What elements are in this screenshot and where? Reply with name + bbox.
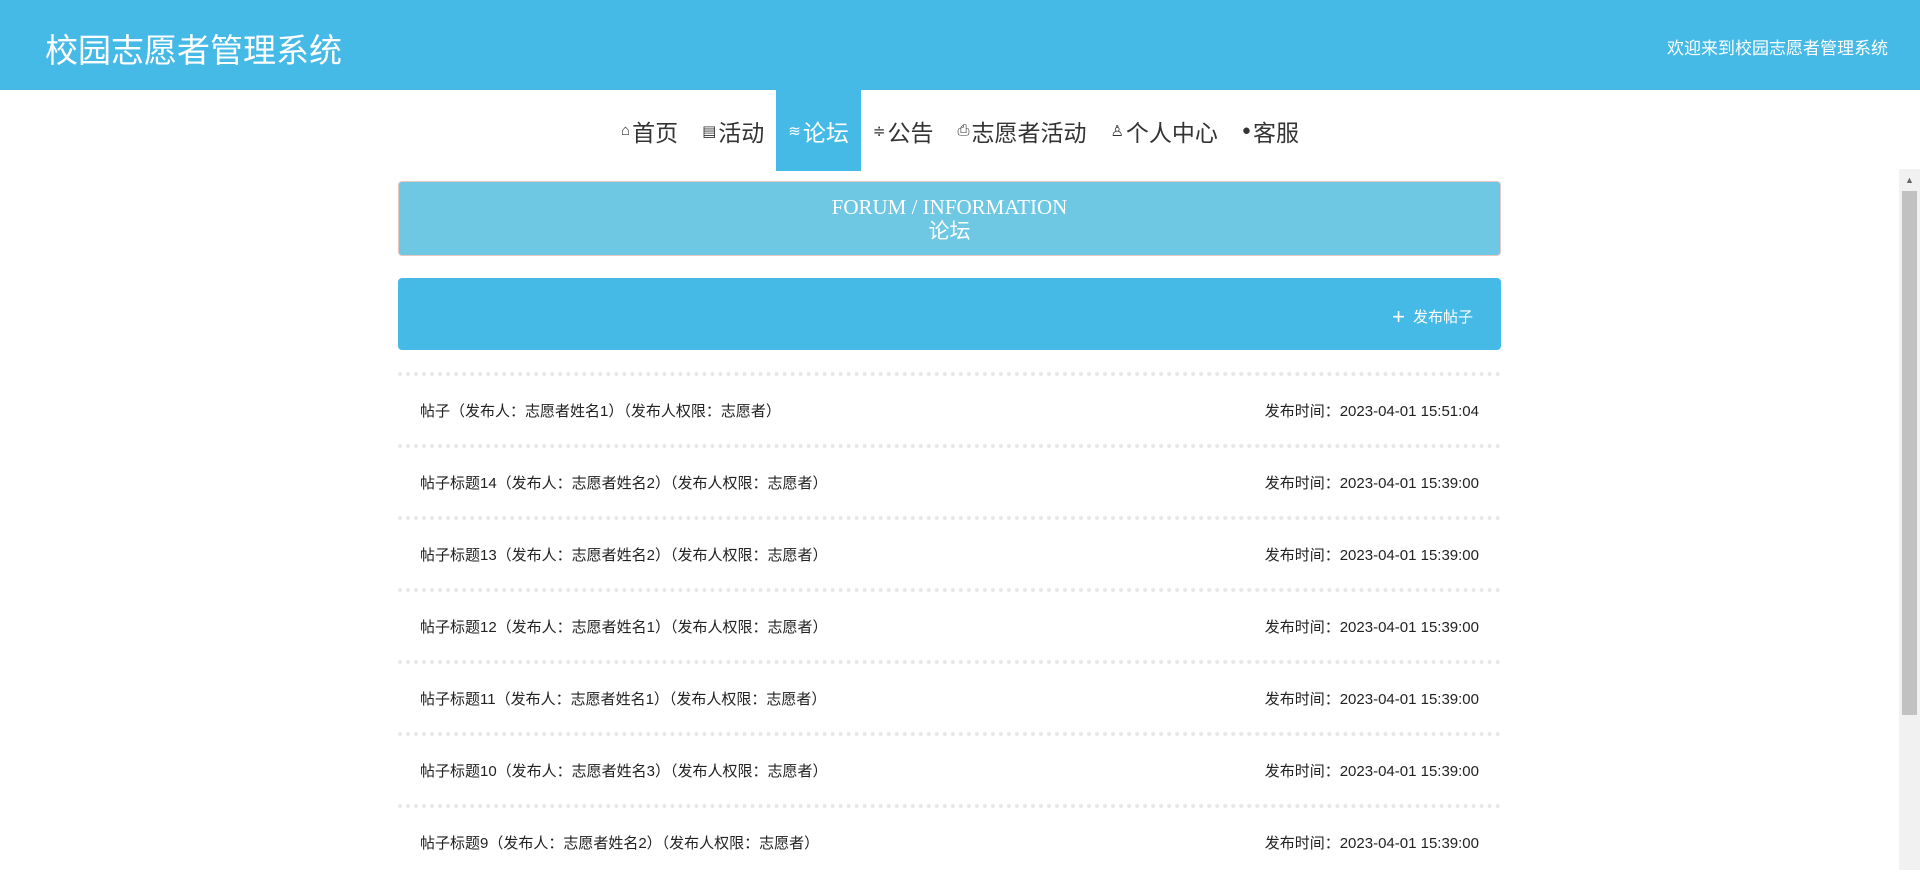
- post-title: 帖子（发布人：志愿者姓名1）（发布人权限：志愿者）: [420, 402, 781, 420]
- home-icon: ⌂: [621, 122, 631, 139]
- scroll-up-icon[interactable]: ▲: [1905, 175, 1914, 185]
- chat-icon: ●: [1241, 122, 1251, 139]
- post-time: 发布时间：2023-04-01 15:39:00: [1264, 834, 1479, 852]
- nav-label: 客服: [1252, 119, 1299, 146]
- list-item[interactable]: 帖子标题10（发布人：志愿者姓名3）（发布人权限：志愿者） 发布时间：2023-0…: [398, 732, 1501, 804]
- post-title: 帖子标题12（发布人：志愿者姓名1）（发布人权限：志愿者）: [420, 618, 828, 636]
- add-post-button[interactable]: + 发布帖子: [1392, 304, 1473, 330]
- add-post-label: 发布帖子: [1412, 309, 1473, 326]
- nav-label: 志愿者活动: [971, 119, 1087, 146]
- list-item[interactable]: 帖子标题13（发布人：志愿者姓名2）（发布人权限：志愿者） 发布时间：2023-0…: [398, 516, 1501, 588]
- post-time: 发布时间：2023-04-01 15:39:00: [1264, 546, 1479, 564]
- nav-label: 公告: [887, 119, 934, 146]
- action-bar: + 发布帖子: [398, 278, 1501, 350]
- banner-en-title: FORUM / INFORMATION: [831, 195, 1068, 219]
- nav-label: 个人中心: [1125, 119, 1218, 146]
- sliders-icon: ≑: [872, 122, 886, 140]
- scrollbar[interactable]: ▲: [1899, 169, 1920, 870]
- post-time: 发布时间：2023-04-01 15:39:00: [1264, 690, 1479, 708]
- nav-item-6[interactable]: ● 客服: [1230, 90, 1311, 171]
- list-item[interactable]: 帖子标题9（发布人：志愿者姓名2）（发布人权限：志愿者） 发布时间：2023-04…: [398, 804, 1501, 876]
- post-title: 帖子标题13（发布人：志愿者姓名2）（发布人权限：志愿者）: [420, 546, 828, 564]
- welcome-text: 欢迎来到校园志愿者管理系统: [1667, 39, 1888, 58]
- plus-icon: +: [1392, 304, 1405, 329]
- post-time: 发布时间：2023-04-01 15:51:04: [1264, 402, 1479, 420]
- nav-label: 活动: [718, 119, 765, 146]
- user-icon: ♙: [1110, 122, 1124, 140]
- post-title: 帖子标题11（发布人：志愿者姓名1）（发布人权限：志愿者）: [420, 690, 827, 708]
- printer-icon: ⎙: [957, 122, 970, 139]
- post-title: 帖子标题9（发布人：志愿者姓名2）（发布人权限：志愿者）: [420, 834, 820, 852]
- notepad-icon: ▤: [702, 122, 717, 140]
- main-nav: ⌂ 首页 ▤ 活动 ≋ 论坛 ≑ 公告 ⎙ 志愿者活动 ♙ 个人中心 ● 客服: [0, 90, 1920, 171]
- nav-item-1[interactable]: ▤ 活动: [690, 90, 776, 171]
- header: 校园志愿者管理系统 欢迎来到校园志愿者管理系统: [0, 0, 1920, 90]
- post-title: 帖子标题10（发布人：志愿者姓名3）（发布人权限：志愿者）: [420, 762, 828, 780]
- nav-label: 首页: [632, 119, 679, 146]
- nav-label: 论坛: [802, 119, 849, 146]
- list-item[interactable]: 帖子标题14（发布人：志愿者姓名2）（发布人权限：志愿者） 发布时间：2023-0…: [398, 444, 1501, 516]
- nav-item-0[interactable]: ⌂ 首页: [609, 90, 690, 171]
- banner-cn-title: 论坛: [928, 219, 971, 243]
- nav-item-3[interactable]: ≑ 公告: [861, 90, 946, 171]
- list-item[interactable]: 帖子标题12（发布人：志愿者姓名1）（发布人权限：志愿者） 发布时间：2023-0…: [398, 588, 1501, 660]
- post-list: 帖子（发布人：志愿者姓名1）（发布人权限：志愿者） 发布时间：2023-04-01…: [398, 372, 1501, 876]
- nav-item-2[interactable]: ≋ 论坛: [776, 90, 861, 171]
- nav-item-5[interactable]: ♙ 个人中心: [1098, 90, 1229, 171]
- layers-icon: ≋: [788, 122, 801, 140]
- post-time: 发布时间：2023-04-01 15:39:00: [1264, 618, 1479, 636]
- app-title: 校园志愿者管理系统: [45, 32, 342, 69]
- scrollbar-thumb[interactable]: [1902, 191, 1917, 715]
- nav-item-4[interactable]: ⎙ 志愿者活动: [945, 90, 1098, 171]
- post-title: 帖子标题14（发布人：志愿者姓名2）（发布人权限：志愿者）: [420, 474, 828, 492]
- post-time: 发布时间：2023-04-01 15:39:00: [1264, 474, 1479, 492]
- forum-banner: FORUM / INFORMATION 论坛: [398, 181, 1501, 256]
- post-time: 发布时间：2023-04-01 15:39:00: [1264, 762, 1479, 780]
- list-item[interactable]: 帖子标题11（发布人：志愿者姓名1）（发布人权限：志愿者） 发布时间：2023-0…: [398, 660, 1501, 732]
- list-item[interactable]: 帖子（发布人：志愿者姓名1）（发布人权限：志愿者） 发布时间：2023-04-01…: [398, 372, 1501, 444]
